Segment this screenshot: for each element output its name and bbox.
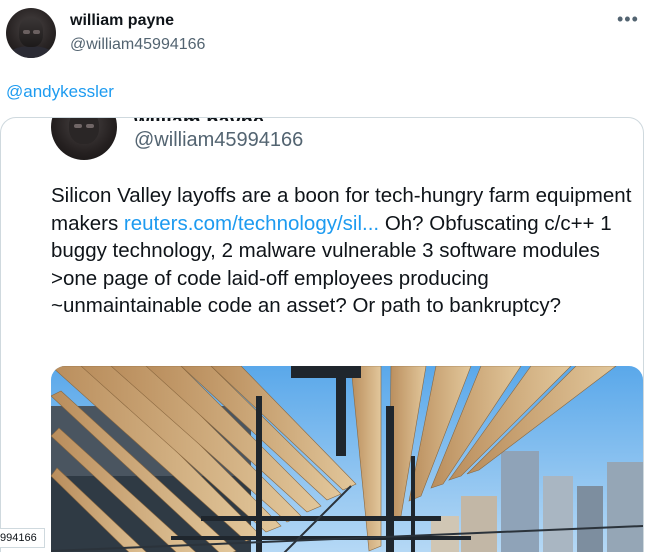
quoted-avatar-eye-right: [86, 124, 94, 128]
avatar-shoulders: [8, 46, 54, 58]
author-display-name[interactable]: william payne: [70, 12, 174, 30]
quoted-author-handle[interactable]: @william45994166: [134, 129, 303, 152]
quoted-tweet-card[interactable]: william payne @william45994166 Silicon V…: [0, 117, 644, 552]
avatar-eye-left: [23, 30, 30, 34]
avatar-eye-right: [33, 30, 40, 34]
quoted-article-link[interactable]: reuters.com/technology/sil...: [124, 212, 379, 235]
side-tab-handle[interactable]: 994166: [0, 528, 45, 548]
author-avatar[interactable]: [6, 8, 56, 58]
quoted-avatar-head: [69, 118, 99, 144]
tweet-page: william payne @william45994166 ••• @andy…: [0, 0, 645, 552]
more-horizontal-icon[interactable]: •••: [617, 10, 639, 28]
mention-link[interactable]: @andykessler: [6, 82, 114, 102]
quoted-tweet-text: Silicon Valley layoffs are a boon for te…: [51, 182, 636, 320]
quoted-author-avatar[interactable]: [51, 118, 117, 160]
quoted-avatar-eye-left: [74, 124, 82, 128]
quoted-author-name-clipped: william payne: [134, 118, 264, 121]
author-handle[interactable]: @william45994166: [70, 36, 205, 54]
quoted-media-image[interactable]: [51, 366, 643, 552]
